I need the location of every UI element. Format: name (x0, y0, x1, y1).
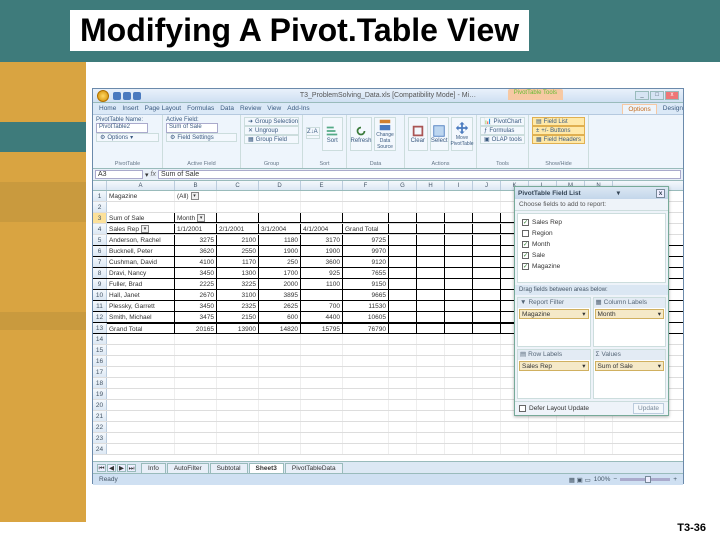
group-label-data: Data (347, 161, 404, 167)
fx-icon[interactable]: fx (151, 171, 156, 178)
group-field-button[interactable]: ▦Group Field (244, 135, 299, 144)
clear-icon (411, 124, 425, 138)
maximize-button[interactable]: □ (650, 91, 664, 100)
active-field-input[interactable]: Sum of Sale (166, 123, 218, 133)
status-bar: Ready ▦ ▣ ▭ 100% −+ (93, 473, 683, 485)
sort-icon (325, 124, 339, 138)
sheet-tab[interactable]: Info (141, 463, 166, 473)
sheet-tabs: ⏮◀▶⏭ InfoAutoFilterSubtotalSheet3PivotTa… (93, 461, 683, 473)
group-label-actions: Actions (405, 161, 476, 167)
area-report-filter[interactable]: ▼Report FilterMagazine▾ (517, 297, 591, 347)
refresh-button[interactable]: Refresh (350, 117, 372, 151)
status-ready: Ready (99, 476, 118, 483)
select-icon (432, 124, 446, 138)
formulas-button[interactable]: ƒFormulas (480, 126, 525, 135)
area-values[interactable]: ΣValuesSum of Sale▾ (593, 349, 667, 399)
sort-za-button[interactable]: Z↓A (306, 127, 320, 136)
ungroup-button[interactable]: ✕Ungroup (244, 126, 299, 135)
move-pivottable-button[interactable]: Move PivotTable (451, 117, 473, 151)
group-label-pivottable: PivotTable (93, 161, 162, 167)
worksheet-grid[interactable]: ABCDEFGHIJKLMN 1Magazine(All)▾23Sum of S… (93, 181, 683, 461)
pm-buttons-toggle[interactable]: ±+/- Buttons (532, 126, 585, 135)
area-column-labels[interactable]: ▦Column LabelsMonth▾ (593, 297, 667, 347)
clear-button[interactable]: Clear (408, 117, 428, 151)
zoom-control[interactable]: ▦ ▣ ▭ 100% −+ (569, 476, 677, 484)
options-button[interactable]: ⚙Options▾ (96, 133, 159, 142)
field-list-subtitle: Choose fields to add to report: (515, 199, 668, 211)
area-row-labels[interactable]: ▤Row LabelsSales Rep▾ (517, 349, 591, 399)
pt-name-input[interactable]: PivotTable2 (96, 123, 148, 133)
quick-access-toolbar[interactable] (113, 92, 141, 100)
refresh-icon (354, 124, 368, 138)
field-settings-button[interactable]: ⚙Field Settings (166, 133, 237, 142)
group-label-sort: Sort (303, 161, 346, 167)
drag-label: Drag fields between areas below: (515, 285, 668, 295)
office-button[interactable] (97, 90, 109, 102)
pivottable-field-list[interactable]: PivotTable Field List▾x Choose fields to… (514, 186, 669, 416)
name-box[interactable]: A3 (95, 170, 143, 179)
update-button[interactable]: Update (633, 403, 664, 414)
sheet-tab[interactable]: AutoFilter (167, 463, 209, 473)
tab-formulas[interactable]: Formulas (187, 105, 214, 112)
sort-button[interactable]: Sort (322, 117, 343, 151)
tab-pagelayout[interactable]: Page Layout (145, 105, 182, 112)
datasource-icon (378, 118, 392, 132)
field-checkbox[interactable]: ✓Magazine (522, 261, 661, 272)
close-button[interactable]: x (665, 91, 679, 100)
defer-update-checkbox[interactable]: Defer Layout Update (519, 403, 589, 414)
tab-design[interactable]: Design (663, 105, 683, 112)
tab-nav-first[interactable]: ⏮ (97, 464, 106, 472)
field-headers-toggle[interactable]: ▦Field Headers (532, 135, 585, 144)
sheet-tab[interactable]: PivotTableData (285, 463, 343, 473)
ribbon: PivotTable Name: PivotTable2 ⚙Options▾ P… (93, 115, 683, 169)
row-field-dropdown[interactable]: ▾ (141, 225, 149, 233)
excel-window: T3_ProblemSolving_Data.xls [Compatibilit… (92, 88, 684, 484)
group-label-group: Group (241, 161, 302, 167)
field-checkbox[interactable]: ✓Month (522, 239, 661, 250)
group-selection-button[interactable]: ➜Group Selection (244, 117, 299, 126)
group-label-active: Active Field (163, 161, 240, 167)
pivotchart-button[interactable]: 📊PivotChart (480, 117, 525, 126)
field-checkbox[interactable]: ✓Sales Rep (522, 217, 661, 228)
olap-tools-button[interactable]: ▣OLAP tools (480, 135, 525, 144)
move-icon (455, 121, 469, 135)
change-data-source-button[interactable]: Change Data Source (374, 117, 396, 151)
tab-data[interactable]: Data (220, 105, 234, 112)
tab-nav-last[interactable]: ⏭ (127, 464, 136, 472)
select-button[interactable]: Select (430, 117, 450, 151)
tab-nav-prev[interactable]: ◀ (107, 464, 116, 472)
page-filter-dropdown[interactable]: ▾ (191, 192, 199, 200)
minimize-button[interactable]: _ (635, 91, 649, 100)
tab-home[interactable]: Home (99, 105, 116, 112)
tab-view[interactable]: View (267, 105, 281, 112)
field-checkbox[interactable]: ✓Sale (522, 250, 661, 261)
group-label-tools: Tools (477, 161, 528, 167)
field-checkbox[interactable]: Region (522, 228, 661, 239)
formula-bar: A3 ▾ fx Sum of Sale (93, 169, 683, 181)
sheet-tab[interactable]: Subtotal (210, 463, 248, 473)
pivottable-tools-tab: PivotTable Tools (508, 89, 563, 100)
field-list-toggle[interactable]: ▤Field List (532, 117, 585, 126)
tab-nav-next[interactable]: ▶ (117, 464, 126, 472)
tab-insert[interactable]: Insert (122, 105, 138, 112)
slide-title: Modifying A Pivot.Table View (70, 10, 529, 51)
sheet-tab[interactable]: Sheet3 (249, 463, 284, 473)
slide-footer: T3-36 (677, 522, 706, 534)
ribbon-tabs: Home Insert Page Layout Formulas Data Re… (93, 103, 683, 115)
titlebar: T3_ProblemSolving_Data.xls [Compatibilit… (93, 89, 683, 103)
column-field-dropdown[interactable]: ▾ (197, 214, 205, 222)
tab-options[interactable]: Options (622, 104, 656, 114)
formula-input[interactable]: Sum of Sale (158, 170, 681, 179)
field-list-close[interactable]: x (656, 189, 665, 198)
tab-review[interactable]: Review (240, 105, 261, 112)
field-list-title: PivotTable Field List (518, 190, 581, 197)
tab-addins[interactable]: Add-Ins (287, 105, 309, 112)
group-label-show: Show/Hide (529, 161, 588, 167)
